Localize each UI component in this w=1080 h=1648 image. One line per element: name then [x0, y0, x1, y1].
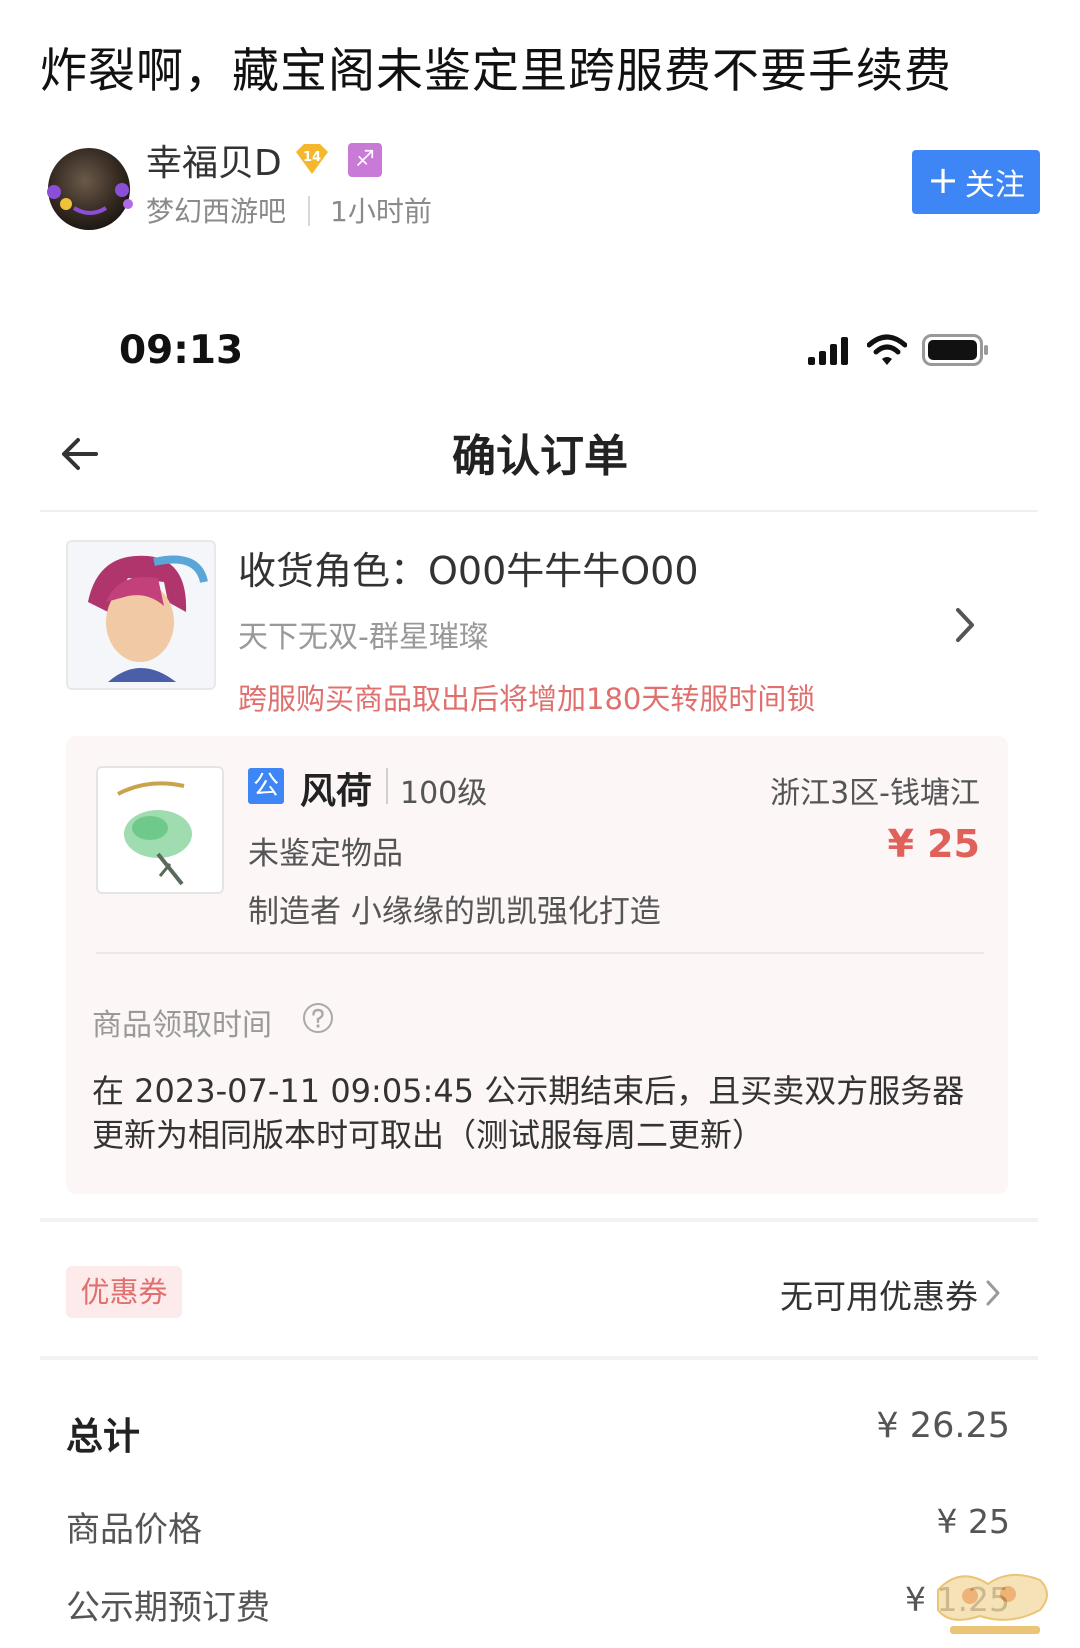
- post-title: 炸裂啊，藏宝阁未鉴定里跨服费不要手续费: [40, 44, 952, 99]
- transfer-lock-warning: 跨服购买商品取出后将增加180天转服时间锁: [238, 682, 816, 716]
- item-price: ¥ 25: [887, 822, 980, 866]
- role-avatar: [66, 540, 216, 690]
- nav-divider: [40, 510, 1038, 512]
- card-divider: [96, 952, 984, 954]
- pickup-time-label: 商品领取时间: [92, 1008, 272, 1043]
- follow-button[interactable]: + 关注: [912, 150, 1040, 214]
- item-price-label: 商品价格: [66, 1510, 202, 1550]
- battery-icon: [922, 334, 988, 366]
- pickup-description-line-1: 在 2023-07-11 09:05:45 公示期结束后，且买卖双方服务器: [92, 1072, 965, 1110]
- meta-divider: [308, 196, 310, 226]
- section-divider: [40, 1218, 1038, 1222]
- help-question-icon[interactable]: [302, 1002, 334, 1034]
- level-badge-icon: 14: [296, 144, 328, 174]
- pickup-description-line-2: 更新为相同版本时可取出（测试服每周二更新）: [92, 1116, 765, 1154]
- page-title: 确认订单: [452, 431, 628, 482]
- author-name[interactable]: 幸福贝D: [146, 134, 282, 186]
- receiver-server: 天下无双-群星璀璨: [238, 620, 489, 655]
- receiver-role-name: 收货角色：O00牛牛牛O00: [238, 549, 699, 593]
- forum-name[interactable]: 梦幻西游吧: [146, 190, 286, 230]
- item-image: [96, 766, 224, 894]
- cellular-signal-icon: [808, 337, 848, 365]
- total-label: 总计: [66, 1415, 140, 1458]
- site-watermark-logo: [937, 1573, 1048, 1634]
- wifi-icon: [867, 334, 907, 365]
- status-bar-clock: 09:13: [119, 328, 244, 373]
- chevron-right-icon[interactable]: [984, 1278, 1002, 1308]
- item-status: 未鉴定物品: [248, 836, 403, 872]
- reservation-fee-label: 公示期预订费: [66, 1588, 270, 1628]
- post-time: 1小时前: [330, 195, 432, 228]
- total-value: ¥ 26.25: [876, 1406, 1010, 1446]
- avatar-frame-decoration: [47, 183, 133, 215]
- zodiac-badge-icon: ♐: [348, 143, 382, 177]
- item-level: 100级: [400, 776, 488, 811]
- coupon-tag: 优惠券: [66, 1266, 182, 1318]
- public-tag: 公: [248, 768, 284, 804]
- chevron-right-icon[interactable]: [952, 606, 978, 644]
- plus-icon: +: [927, 158, 959, 202]
- coupon-selector[interactable]: 无可用优惠券: [700, 1270, 978, 1318]
- item-name: 风荷: [300, 771, 373, 812]
- item-server: 浙江3区-钱塘江: [770, 776, 980, 811]
- item-price-value: ¥ 25: [936, 1502, 1010, 1541]
- item-maker: 制造者 小缘缘的凯凯强化打造: [248, 894, 661, 930]
- follow-button-label: 关注: [964, 168, 1025, 203]
- item-divider: [386, 768, 388, 804]
- level-badge-text: 14: [303, 150, 321, 165]
- section-divider: [40, 1356, 1038, 1360]
